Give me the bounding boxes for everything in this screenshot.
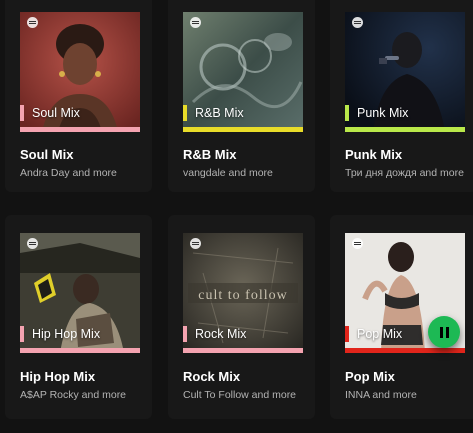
cover-tag: Soul Mix <box>20 103 80 123</box>
cover-tag-label: Hip Hop Mix <box>32 327 101 341</box>
accent-mark <box>345 105 349 121</box>
spotify-logo-icon <box>190 17 201 28</box>
mix-card-rock[interactable]: cult to follow Rock Mix Rock Mix Cult To… <box>168 215 315 419</box>
mix-subtitle: A$AP Rocky and more <box>20 389 127 401</box>
mixes-grid: Soul Mix Soul Mix Andra Day and more R&B… <box>0 0 473 433</box>
mix-title[interactable]: Soul Mix <box>20 147 73 162</box>
spotify-logo-icon <box>27 17 38 28</box>
accent-mark <box>20 326 24 342</box>
mix-title[interactable]: Hip Hop Mix <box>20 369 95 384</box>
accent-bar <box>345 127 465 132</box>
mix-card-punk[interactable]: Punk Mix Punk Mix Три дня дождя and more <box>330 0 473 192</box>
mix-card-hiphop[interactable]: Hip Hop Mix Hip Hop Mix A$AP Rocky and m… <box>5 215 152 419</box>
mix-subtitle: vangdale and more <box>183 167 273 179</box>
accent-mark <box>183 326 187 342</box>
cover-tag-label: R&B Mix <box>195 106 244 120</box>
accent-bar <box>20 127 140 132</box>
mix-subtitle: INNA and more <box>345 389 417 401</box>
mix-title[interactable]: Pop Mix <box>345 369 395 384</box>
accent-mark <box>183 105 187 121</box>
cover-tag: R&B Mix <box>183 103 244 123</box>
cover-tag: Rock Mix <box>183 324 246 344</box>
mix-cover-rnb[interactable]: R&B Mix <box>183 12 303 132</box>
mix-card-rnb[interactable]: R&B Mix R&B Mix vangdale and more <box>168 0 315 192</box>
pause-icon-bar <box>445 326 449 338</box>
mix-cover-punk[interactable]: Punk Mix <box>345 12 465 132</box>
accent-bar <box>183 127 303 132</box>
mix-cover-soul[interactable]: Soul Mix <box>20 12 140 132</box>
accent-bar <box>20 348 140 353</box>
cover-art-text: cult to follow <box>198 288 287 303</box>
spotify-logo-icon <box>352 238 363 249</box>
mix-cover-rock[interactable]: cult to follow Rock Mix <box>183 233 303 353</box>
mix-subtitle: Три дня дождя and more <box>345 167 464 179</box>
accent-bar <box>183 348 303 353</box>
mix-title[interactable]: Punk Mix <box>345 147 402 162</box>
mix-subtitle: Andra Day and more <box>20 167 117 179</box>
mix-title[interactable]: Rock Mix <box>183 369 240 384</box>
accent-mark <box>20 105 24 121</box>
spotify-logo-icon <box>27 238 38 249</box>
pause-icon <box>439 326 443 338</box>
cover-tag-label: Pop Mix <box>357 327 403 341</box>
cover-tag: Hip Hop Mix <box>20 324 100 344</box>
cover-tag: Pop Mix <box>345 324 402 344</box>
pause-button[interactable] <box>428 316 460 348</box>
accent-mark <box>345 326 349 342</box>
mix-cover-hiphop[interactable]: Hip Hop Mix <box>20 233 140 353</box>
cover-tag-label: Punk Mix <box>357 106 409 120</box>
spotify-logo-icon <box>190 238 201 249</box>
mix-card-pop[interactable]: Pop Mix Pop Mix INNA and more <box>330 215 473 419</box>
mix-title[interactable]: R&B Mix <box>183 147 236 162</box>
cover-tag-label: Rock Mix <box>195 327 247 341</box>
spotify-logo-icon <box>352 17 363 28</box>
cover-tag-label: Soul Mix <box>32 106 80 120</box>
mix-subtitle: Cult To Follow and more <box>183 389 297 401</box>
cover-tag: Punk Mix <box>345 103 408 123</box>
mix-card-soul[interactable]: Soul Mix Soul Mix Andra Day and more <box>5 0 152 192</box>
accent-bar <box>345 348 465 353</box>
